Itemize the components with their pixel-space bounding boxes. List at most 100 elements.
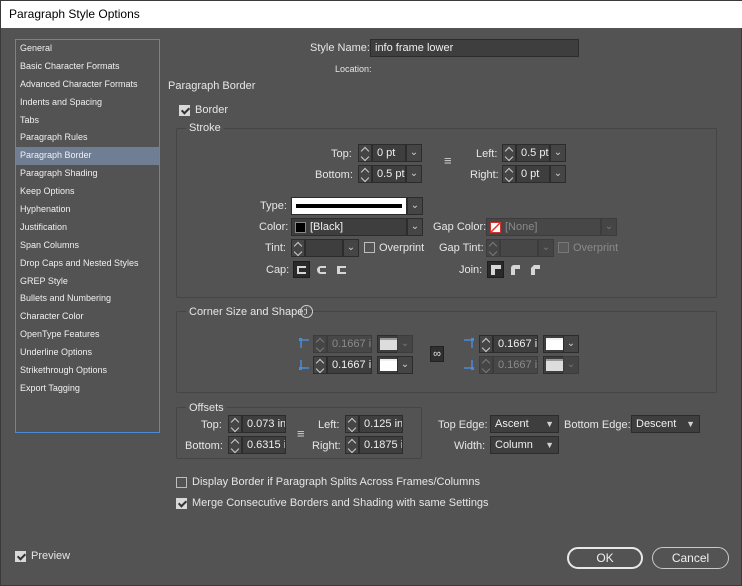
link-stroke-icon[interactable]: ≡ [444,153,452,168]
sidebar-item[interactable]: Character Color [16,308,159,326]
stroke-right-dropdown[interactable]: ⌄ [550,165,566,183]
merge-borders-checkbox[interactable] [176,498,187,509]
sidebar-item[interactable]: OpenType Features [16,326,159,344]
sidebar-item[interactable]: Indents and Spacing [16,94,159,112]
color-label: Color: [259,221,289,233]
corner-bl-spinner[interactable] [313,356,327,374]
corner-bl-dropdown[interactable]: ⌄ [397,356,413,374]
sidebar-item[interactable]: Basic Character Formats [16,58,159,76]
corner-tr-spinner[interactable] [479,335,493,353]
sidebar-item[interactable]: General [16,40,159,58]
chevron-down-icon: ▼ [686,419,695,429]
offset-right-label: Right: [312,440,341,452]
info-icon[interactable]: i [300,305,313,318]
gap-tint-dropdown[interactable]: ⌄ [538,239,554,257]
corner-tl-spinner[interactable] [313,335,327,353]
sidebar-item[interactable]: Paragraph Shading [16,165,159,183]
none-swatch-icon [490,222,501,233]
stroke-right-input[interactable]: 0 pt [516,165,550,183]
style-name-input[interactable]: info frame lower [370,39,579,57]
stroke-color-dropdown[interactable]: ⌄ [407,218,423,236]
tint-label: Tint: [265,242,286,254]
border-checkbox[interactable] [179,105,190,116]
stroke-bottom-spinner[interactable] [358,165,372,183]
stroke-color-select[interactable]: [Black] [291,218,407,236]
gap-color-select[interactable]: [None] [486,218,601,236]
offset-bottom-input[interactable]: 0.6315 ir [242,436,286,454]
link-corners-icon[interactable]: ∞ [430,346,444,362]
offset-right-input[interactable]: 0.1875 ir [359,436,403,454]
bottom-edge-select[interactable]: Descent ▼ [631,415,700,433]
stroke-type-dropdown[interactable]: ⌄ [407,197,423,215]
width-select[interactable]: Column ▼ [490,436,559,454]
corner-br-dropdown[interactable]: ⌄ [563,356,579,374]
solid-line-preview [296,204,402,208]
offset-top-spinner[interactable] [228,415,242,433]
corner-group-title: Corner Size and Shape: [186,306,310,318]
sidebar-item[interactable]: Advanced Character Formats [16,76,159,94]
overprint-checkbox[interactable] [364,242,375,253]
stroke-bottom-dropdown[interactable]: ⌄ [406,165,422,183]
sidebar-item[interactable]: Strikethrough Options [16,362,159,380]
style-name-label: Style Name: [310,42,370,54]
corner-tl-dropdown[interactable]: ⌄ [397,335,413,353]
cap-label: Cap: [266,264,290,276]
corner-tl-input[interactable]: 0.1667 ir [327,335,372,353]
stroke-top-spinner[interactable] [358,144,372,162]
stroke-left-input[interactable]: 0.5 pt [516,144,550,162]
cap-icons-graphics [297,266,346,274]
link-offsets-icon[interactable]: ≡ [297,426,305,441]
overprint-label: Overprint [379,242,425,254]
category-list[interactable]: General Basic Character Formats Advanced C… [15,39,160,433]
corner-br-spinner[interactable] [479,356,493,374]
sidebar-item[interactable]: Drop Caps and Nested Styles [16,255,159,273]
corner-br-input[interactable]: 0.1667 ir [493,356,538,374]
bottom-edge-value: Descent [636,418,677,430]
tint-spinner[interactable] [291,239,305,257]
sidebar-item[interactable]: Paragraph Border [16,147,159,166]
corner-top-left-icon [299,338,309,348]
corner-tr-dropdown[interactable]: ⌄ [563,335,579,353]
stroke-bottom-input[interactable]: 0.5 pt [372,165,406,183]
tint-input[interactable] [305,239,343,257]
cancel-button[interactable]: Cancel [652,547,729,569]
ok-button[interactable]: OK [567,547,643,569]
sidebar-item[interactable]: Export Tagging [16,380,159,398]
top-edge-label: Top Edge: [438,419,488,431]
top-edge-select[interactable]: Ascent ▼ [490,415,559,433]
preview-checkbox[interactable] [15,551,26,562]
stroke-top-dropdown[interactable]: ⌄ [406,144,422,162]
stroke-right-spinner[interactable] [502,165,516,183]
sidebar-item[interactable]: Justification [16,219,159,237]
sidebar-item[interactable]: Tabs [16,112,159,130]
sidebar-item[interactable]: Bullets and Numbering [16,290,159,308]
corner-bl-input[interactable]: 0.1667 ir [327,356,372,374]
sidebar-item[interactable]: Keep Options [16,183,159,201]
join-label: Join: [459,264,483,276]
stroke-top-input[interactable]: 0 pt [372,144,406,162]
offset-left-input[interactable]: 0.125 in [359,415,403,433]
sidebar-item[interactable]: Underline Options [16,344,159,362]
gap-color-dropdown[interactable]: ⌄ [601,218,617,236]
sidebar-item[interactable]: Paragraph Rules [16,129,159,147]
offset-top-input[interactable]: 0.073 in [242,415,286,433]
offset-top-label: Top: [201,419,222,431]
location-label: Location: [335,64,372,74]
offset-right-spinner[interactable] [345,436,359,454]
gap-tint-input[interactable] [500,239,538,257]
gap-tint-spinner[interactable] [486,239,500,257]
corner-tr-input[interactable]: 0.1667 ir [493,335,538,353]
tint-dropdown[interactable]: ⌄ [343,239,359,257]
offset-bottom-spinner[interactable] [228,436,242,454]
offset-left-spinner[interactable] [345,415,359,433]
sidebar-item[interactable]: Hyphenation [16,201,159,219]
stroke-type-select[interactable] [291,197,407,215]
sidebar-item[interactable]: GREP Style [16,273,159,291]
stroke-left-dropdown[interactable]: ⌄ [550,144,566,162]
sidebar-item[interactable]: Span Columns [16,237,159,255]
section-title: Paragraph Border [168,80,256,92]
gap-overprint-checkbox[interactable] [558,242,569,253]
corner-group [176,311,717,393]
display-split-checkbox[interactable] [176,477,187,488]
stroke-left-spinner[interactable] [502,144,516,162]
